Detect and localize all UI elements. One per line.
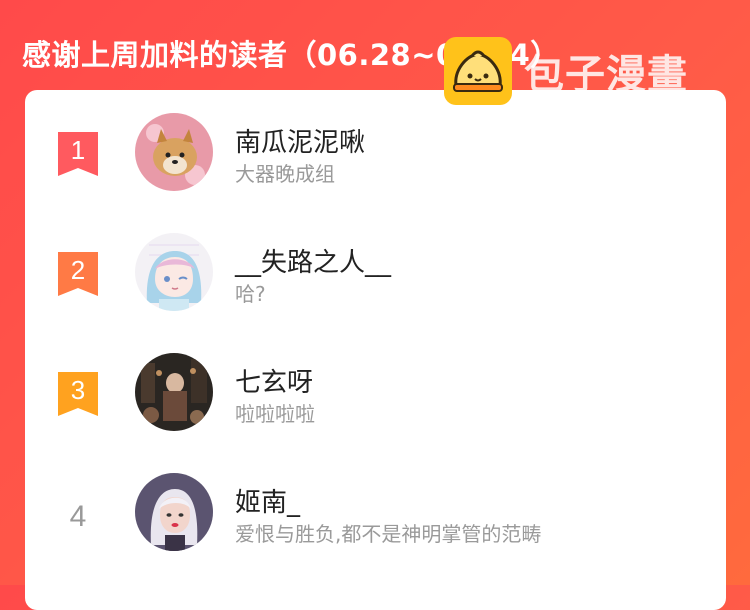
reader-subtitle: 大器晚成组 <box>235 162 335 186</box>
reader-name: __失路之人__ <box>235 248 392 278</box>
rank-number: 2 <box>70 255 86 285</box>
avatar[interactable] <box>135 113 213 191</box>
avatar[interactable] <box>135 473 213 551</box>
watermark: 包子漫畫 <box>444 35 688 107</box>
list-item[interactable]: 3 七玄呀 啦啦啦啦 <box>25 353 726 468</box>
rank-number: 1 <box>70 135 86 165</box>
reader-name: 七玄呀 <box>235 368 314 398</box>
avatar[interactable] <box>135 233 213 311</box>
rank-1-badge-icon: 1 <box>58 132 98 176</box>
rank-number: 3 <box>70 375 86 405</box>
list-item[interactable]: 1 南瓜泥泥啾 大器晚成组 <box>25 113 726 228</box>
rank-2-badge-icon: 2 <box>58 252 98 296</box>
reader-subtitle: 哈? <box>235 282 266 306</box>
rank-3-badge-icon: 3 <box>58 372 98 416</box>
rank-number: 4 <box>69 500 87 533</box>
list-item[interactable]: 2 __失路之人__ 哈? <box>25 233 726 348</box>
reader-name: 姬南_ <box>235 488 301 518</box>
watermark-text: 包子漫畫 <box>524 52 688 98</box>
reader-subtitle: 啦啦啦啦 <box>235 402 315 426</box>
reader-name: 南瓜泥泥啾 <box>235 128 366 158</box>
list-item[interactable]: 4 姬南_ 爱恨与胜负,都不是神明掌管的范畴 <box>25 473 726 588</box>
steamed-bun-icon <box>444 37 512 105</box>
reader-ranking-list: 1 南瓜泥泥啾 大器晚成组 2 __失路之人__ 哈? 3 七玄呀 啦啦啦啦 4… <box>25 90 726 610</box>
reader-subtitle: 爱恨与胜负,都不是神明掌管的范畴 <box>235 522 542 546</box>
avatar[interactable] <box>135 353 213 431</box>
